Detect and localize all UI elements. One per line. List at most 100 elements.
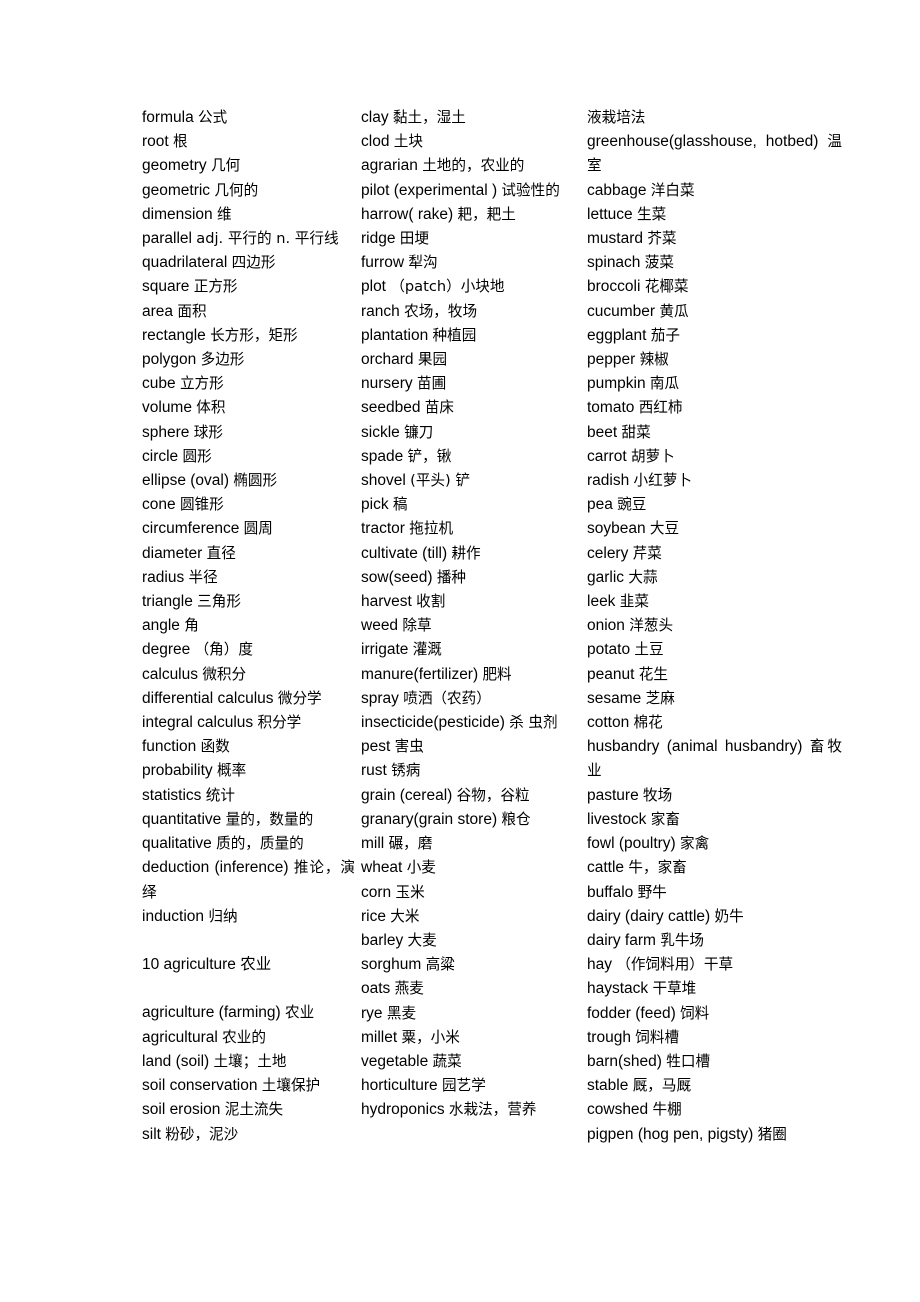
- entry-term-english: granary(grain store): [361, 810, 498, 828]
- glossary-column-2: clay 黏土，湿土 clod 土块 agrarian 土地的，农业的 pilot (…: [361, 106, 587, 1123]
- glossary-entry: parallel adj. 平行的 n. 平行线: [142, 227, 355, 251]
- entry-term-english: agriculture (farming): [142, 1004, 281, 1022]
- entry-term-english: geometry: [142, 157, 207, 175]
- glossary-entry: manure(fertilizer) 肥料: [361, 663, 581, 687]
- entry-term-english: cowshed: [587, 1101, 649, 1119]
- blank-line-after-section: [142, 977, 355, 1001]
- entry-definition-chinese: 概率: [216, 762, 247, 780]
- glossary-entry: spinach 菠菜: [587, 251, 842, 275]
- entry-term-english: agricultural: [142, 1028, 218, 1046]
- glossary-entry: fowl (poultry) 家禽: [587, 832, 842, 856]
- entry-definition-chinese: 牲口槽: [666, 1052, 711, 1070]
- entry-definition-chinese: 玉米: [395, 883, 425, 901]
- entry-term-english: rectangle: [142, 326, 206, 344]
- entry-term-english: irrigate: [361, 641, 409, 659]
- entry-definition-chinese: 土壤；土地: [213, 1052, 287, 1070]
- entry-term-english: sow(seed): [361, 568, 433, 586]
- entry-definition-chinese: 三角形: [197, 593, 241, 611]
- entry-term-english: millet: [361, 1028, 398, 1046]
- entry-term-english: weed: [361, 617, 399, 635]
- entry-definition-chinese: （角）度: [194, 641, 253, 659]
- glossary-entry: land (soil) 土壤；土地: [142, 1050, 355, 1074]
- entry-definition-chinese: 洋白菜: [650, 181, 695, 199]
- glossary-entry: sickle 镰刀: [361, 421, 581, 445]
- glossary-entry: root 根: [142, 130, 355, 154]
- entry-definition-chinese: 维: [216, 205, 232, 223]
- glossary-entry: ellipse (oval) 椭圆形: [142, 469, 355, 493]
- entry-definition-chinese: 豌豆: [617, 496, 647, 514]
- entry-term-english: peanut: [587, 665, 635, 683]
- entry-definition-chinese: 牛棚: [652, 1101, 682, 1119]
- glossary-entry: pigpen (hog pen, pigsty) 猪圈: [587, 1123, 842, 1147]
- glossary-entry: pilot (experimental ) 试验性的: [361, 179, 581, 203]
- glossary-entry: radish 小红萝卜: [587, 469, 842, 493]
- entry-term-english: tomato: [587, 399, 635, 417]
- entry-term-english: qualitative: [142, 835, 212, 853]
- glossary-columns: formula 公式 root 根 geometry 几何 geometric 几何的…: [142, 106, 842, 1147]
- entry-term-english: diameter: [142, 544, 203, 562]
- glossary-entry: nursery 苗圃: [361, 372, 581, 396]
- glossary-entry: hydroponics 水栽法，营养: [361, 1098, 581, 1122]
- entry-definition-chinese: 泥土流失: [224, 1101, 284, 1119]
- entry-term-english: silt: [142, 1125, 161, 1143]
- glossary-entry: integral calculus 积分学: [142, 711, 355, 735]
- entry-definition-chinese: 南瓜: [649, 375, 680, 393]
- entry-definition-chinese: 乳牛场: [660, 931, 705, 949]
- entry-definition-chinese: 农业的: [222, 1028, 266, 1046]
- glossary-entry: haystack 干草堆: [587, 977, 842, 1001]
- entry-term-english: horticulture: [361, 1077, 438, 1095]
- entry-definition-chinese: 耙，耙土: [457, 205, 516, 223]
- glossary-entry: circumference 圆周: [142, 517, 355, 541]
- entry-definition-chinese: 面积: [177, 302, 207, 320]
- entry-term-english: degree: [142, 641, 191, 659]
- entry-term-english: dairy farm: [587, 931, 656, 949]
- entry-term-english: quadrilateral: [142, 254, 228, 272]
- entry-term-english: clod: [361, 133, 390, 151]
- glossary-entry: sow(seed) 播种: [361, 566, 581, 590]
- entry-definition-chinese: (平头) 铲: [410, 472, 470, 490]
- glossary-entry: sesame 芝麻: [587, 687, 842, 711]
- entry-term-english: square: [142, 278, 190, 296]
- glossary-entry: millet 粟，小米: [361, 1026, 581, 1050]
- glossary-entry: soil erosion 泥土流失: [142, 1098, 355, 1122]
- entry-definition-chinese: 花生: [638, 665, 668, 683]
- glossary-entry: ridge 田埂: [361, 227, 581, 251]
- entry-definition-chinese: 茄子: [650, 326, 680, 344]
- entry-definition-chinese: 黄瓜: [659, 302, 689, 320]
- entry-term-english: geometric: [142, 181, 211, 199]
- entry-definition-chinese: 菠菜: [644, 254, 674, 272]
- glossary-entry: furrow 犁沟: [361, 251, 581, 275]
- entry-definition-chinese: 圆锥形: [179, 496, 224, 514]
- glossary-entry: husbandry (animal husbandry) 畜牧业: [587, 735, 842, 783]
- entry-definition-chinese: 小麦: [406, 859, 436, 877]
- entry-term-english: area: [142, 302, 174, 320]
- glossary-entry: volume 体积: [142, 396, 355, 420]
- entry-term-english: pepper: [587, 351, 636, 369]
- glossary-entry: probability 概率: [142, 759, 355, 783]
- glossary-column-3: 液栽培法 greenhouse(glasshouse, hotbed) 温室 cab…: [587, 106, 842, 1147]
- entry-term-english: mustard: [587, 230, 643, 248]
- glossary-entry: cowshed 牛棚: [587, 1098, 842, 1122]
- entry-term-english: volume: [142, 399, 192, 417]
- entry-term-english: broccoli: [587, 278, 641, 296]
- glossary-entry: diameter 直径: [142, 542, 355, 566]
- glossary-entry: fodder (feed) 饲料: [587, 1002, 842, 1026]
- entry-definition-chinese: 牧场: [643, 786, 673, 804]
- entry-term-english: calculus: [142, 665, 198, 683]
- glossary-entry: harvest 收割: [361, 590, 581, 614]
- glossary-entry: peanut 花生: [587, 663, 842, 687]
- glossary-entry: orchard 果园: [361, 348, 581, 372]
- glossary-entry: granary(grain store) 粮仓: [361, 808, 581, 832]
- entry-definition-chinese: 粉砂，泥沙: [165, 1125, 239, 1143]
- entry-term-english: celery: [587, 544, 629, 562]
- glossary-entry: clod 土块: [361, 130, 581, 154]
- glossary-entry: barley 大麦: [361, 929, 581, 953]
- glossary-entry: pick 稿: [361, 493, 581, 517]
- entry-definition-chinese: 韭菜: [619, 593, 649, 611]
- glossary-entry: livestock 家畜: [587, 808, 842, 832]
- entry-term-english: formula: [142, 109, 194, 126]
- entry-term-english: ellipse (oval): [142, 472, 230, 490]
- entry-definition-chinese: 归纳: [208, 907, 238, 925]
- entry-term-english: soil erosion: [142, 1101, 221, 1119]
- entry-definition-chinese: 大米: [390, 907, 420, 925]
